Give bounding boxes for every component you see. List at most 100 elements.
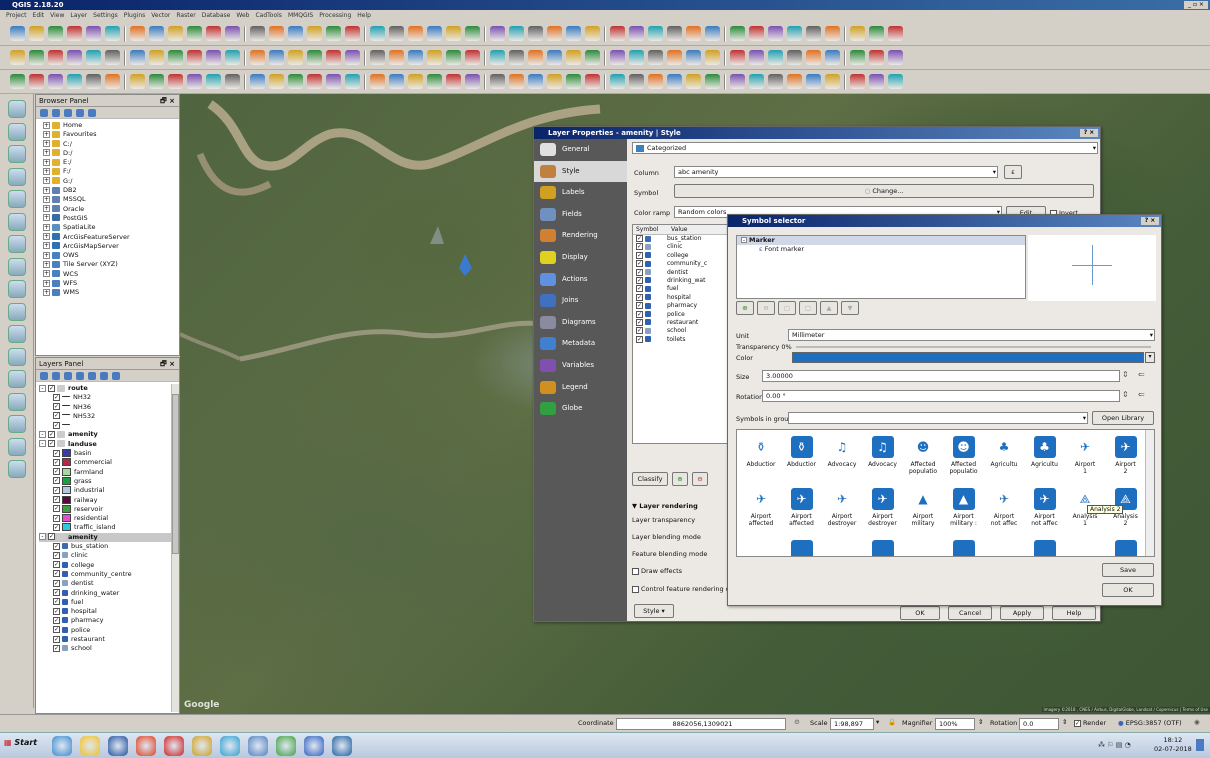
ok-button[interactable]: OK [1102, 583, 1154, 597]
tool-icon[interactable] [686, 74, 701, 89]
taskbar-app-icon[interactable] [248, 736, 268, 756]
symbol-cell[interactable] [1025, 540, 1065, 556]
tool-icon[interactable] [269, 26, 284, 41]
taskbar-app-icon[interactable] [108, 736, 128, 756]
tool-icon[interactable] [686, 50, 701, 65]
digitize-tool-icon[interactable] [8, 437, 26, 456]
tool-icon[interactable] [105, 74, 120, 89]
color-button[interactable] [792, 352, 1144, 363]
tool-icon[interactable] [269, 74, 284, 89]
tool-icon[interactable] [408, 50, 423, 65]
symbol-cell[interactable]: ✈ Airport affected [741, 488, 781, 528]
tool-icon[interactable] [130, 26, 145, 41]
menu-item-9[interactable]: Web [236, 12, 249, 19]
category-checkbox[interactable]: ✓ [636, 327, 643, 335]
tool-icon[interactable] [130, 50, 145, 65]
browser-item[interactable]: + Home [39, 121, 176, 130]
expand-icon[interactable]: + [43, 251, 50, 259]
menu-item-0[interactable]: Project [6, 12, 27, 19]
rotation-field[interactable]: 0.0 [1019, 718, 1059, 730]
sidebar-item-rendering[interactable]: Rendering [534, 225, 627, 247]
visibility-checkbox[interactable]: ✓ [53, 523, 60, 531]
category-checkbox[interactable]: ✓ [636, 285, 643, 293]
tree-child-font-marker[interactable]: ε Font marker [737, 245, 1025, 254]
panel-close-icon[interactable]: 🗗 × [160, 358, 175, 370]
expand-icon[interactable]: + [43, 223, 50, 231]
add-icon[interactable] [40, 109, 48, 117]
tool-icon[interactable] [566, 26, 581, 41]
expand-icon[interactable]: + [43, 149, 50, 157]
taskbar-app-icon[interactable] [276, 736, 296, 756]
menu-item-5[interactable]: Plugins [124, 12, 146, 19]
control-order-checkbox[interactable]: Control feature rendering o [632, 585, 730, 593]
symbol-cell[interactable]: ♫ Advocacy [822, 436, 862, 469]
tool-icon[interactable] [768, 50, 783, 65]
menu-item-4[interactable]: Settings [93, 12, 118, 19]
category-checkbox[interactable]: ✓ [636, 293, 643, 301]
data-defined-icon[interactable]: ⇐ [1138, 390, 1145, 399]
expand-icon[interactable]: - [39, 384, 46, 392]
category-checkbox[interactable]: ✓ [636, 268, 643, 276]
tool-icon[interactable] [629, 74, 644, 89]
visibility-checkbox[interactable]: ✓ [53, 486, 60, 494]
symbol-cell[interactable]: ✈ Airport 1 [1065, 436, 1105, 476]
tool-icon[interactable] [105, 50, 120, 65]
visibility-checkbox[interactable]: ✓ [53, 449, 60, 457]
layer-item[interactable]: ✓ restaurant [39, 635, 176, 644]
layer-item[interactable]: ✓ railway [39, 495, 176, 505]
symbol-cell[interactable]: ♣ Agricultu [1025, 436, 1065, 468]
symbol-cell[interactable] [863, 540, 903, 556]
tool-icon[interactable] [465, 50, 480, 65]
tool-icon[interactable] [610, 26, 625, 41]
layer-item[interactable]: ✓ college [39, 561, 176, 570]
tool-icon[interactable] [288, 74, 303, 89]
tool-icon[interactable] [566, 74, 581, 89]
browser-item[interactable]: + ArcGisMapServer [39, 242, 176, 251]
tool-icon[interactable] [307, 26, 322, 41]
header-symbol[interactable]: Symbol [633, 225, 668, 235]
browser-item[interactable]: + Favourites [39, 130, 176, 139]
start-button[interactable]: ▦ Start [4, 738, 37, 747]
menu-item-10[interactable]: CadTools [255, 12, 281, 19]
tool-icon[interactable] [806, 50, 821, 65]
tool-icon[interactable] [10, 74, 25, 89]
tool-icon[interactable] [288, 26, 303, 41]
tool-icon[interactable] [250, 50, 265, 65]
layer-item[interactable]: ✓ commercial [39, 458, 176, 467]
tool-icon[interactable] [648, 74, 663, 89]
tool-icon[interactable] [509, 26, 524, 41]
tool-icon[interactable] [250, 74, 265, 89]
expand-icon[interactable]: + [43, 233, 50, 241]
category-checkbox[interactable]: ✓ [636, 310, 643, 318]
render-checkbox[interactable]: ✓ Render [1074, 719, 1106, 727]
tool-icon[interactable] [288, 50, 303, 65]
visibility-checkbox[interactable]: ✓ [53, 644, 60, 652]
layer-item[interactable]: - ✓ route [39, 384, 176, 393]
tool-icon[interactable] [307, 74, 322, 89]
expand-icon[interactable]: + [43, 205, 50, 213]
symbol-cell[interactable]: ⚱ Abductior [782, 436, 822, 468]
visibility-checkbox[interactable]: ✓ [53, 468, 60, 476]
browser-item[interactable]: + G:/ [39, 177, 176, 186]
tool-icon[interactable] [149, 74, 164, 89]
digitize-tool-icon[interactable] [8, 325, 26, 343]
tool-icon[interactable] [547, 50, 562, 65]
tool-icon[interactable] [610, 74, 625, 89]
tool-icon[interactable] [869, 50, 884, 65]
sidebar-item-diagrams[interactable]: Diagrams [534, 312, 627, 334]
menu-item-3[interactable]: Layer [70, 12, 87, 19]
digitize-tool-icon[interactable] [8, 235, 26, 253]
taskbar-app-icon[interactable] [136, 736, 156, 756]
tool-icon[interactable] [648, 26, 663, 41]
layer-item[interactable]: ✓ clinic [39, 551, 176, 560]
tool-icon[interactable] [888, 74, 903, 89]
tool-icon[interactable] [345, 26, 360, 41]
tool-icon[interactable] [48, 26, 63, 41]
filter-icon[interactable] [76, 372, 84, 380]
spin-icon[interactable]: ⇕ [1062, 718, 1067, 726]
open-library-button[interactable]: Open Library [1092, 411, 1154, 425]
layer-item[interactable]: - ✓ amenity [39, 532, 176, 543]
layer-item[interactable]: - ✓ landuse [39, 440, 176, 449]
scrollbar-thumb[interactable] [172, 394, 179, 554]
tool-icon[interactable] [86, 26, 101, 41]
